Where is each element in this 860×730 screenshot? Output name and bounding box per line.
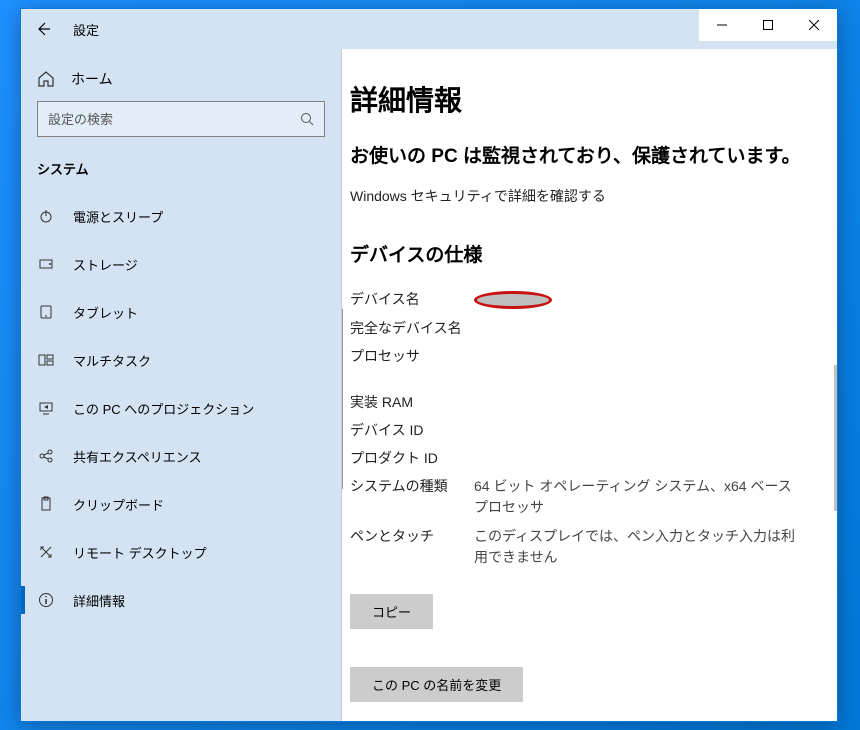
spec-value [474, 390, 807, 394]
copy-button[interactable]: コピー [350, 594, 433, 629]
maximize-button[interactable] [745, 9, 791, 41]
spec-label: プロダクト ID [350, 446, 474, 470]
settings-window: 設定 ホーム システム [20, 8, 838, 722]
spec-label: デバイス ID [350, 418, 474, 442]
info-icon [37, 592, 55, 608]
remote-icon [37, 544, 55, 560]
sidebar: ホーム システム 電源とスリープ ストレージ [21, 49, 341, 721]
spec-value: このディスプレイでは、ペン入力とタッチ入力は利用できません [474, 524, 807, 570]
nav-label: 詳細情報 [73, 591, 125, 610]
spec-label: 実装 RAM [350, 390, 474, 414]
scrollbar-thumb[interactable] [341, 309, 343, 489]
spec-row-device-name: デバイス名 [350, 287, 807, 312]
redacted-circled [474, 291, 552, 309]
category-label: システム [21, 145, 341, 192]
spec-label: プロセッサ [350, 344, 474, 368]
search-box[interactable] [37, 101, 325, 137]
spec-row-device-id: デバイス ID [350, 418, 807, 442]
nav-item-shared[interactable]: 共有エクスペリエンス [21, 432, 341, 480]
protection-status: お使いの PC は監視されており、保護されています。 [350, 143, 807, 172]
nav-label: リモート デスクトップ [73, 543, 207, 562]
security-link[interactable]: Windows セキュリティで詳細を確認する [350, 186, 807, 206]
spec-value: 64 ビット オペレーティング システム、x64 ベース プロセッサ [474, 474, 807, 520]
nav-label: 共有エクスペリエンス [73, 447, 201, 466]
arrow-left-icon [35, 21, 51, 37]
back-button[interactable] [21, 9, 65, 49]
clipboard-icon [37, 496, 55, 512]
search-input[interactable] [48, 112, 288, 127]
projection-icon [37, 400, 55, 416]
spec-value [474, 316, 807, 320]
nav-item-about[interactable]: 詳細情報 [21, 576, 341, 624]
close-button[interactable] [791, 9, 837, 41]
spec-row-processor: プロセッサ [350, 344, 807, 368]
home-button[interactable]: ホーム [21, 59, 341, 101]
nav-item-tablet[interactable]: タブレット [21, 288, 341, 336]
page-heading: 詳細情報 [350, 79, 807, 119]
nav-item-multitask[interactable]: マルチタスク [21, 336, 341, 384]
nav-label: クリップボード [73, 495, 164, 514]
spec-value [474, 418, 807, 422]
titlebar: 設定 [21, 9, 837, 49]
spec-value-device-name [474, 287, 807, 312]
multitask-icon [37, 352, 55, 368]
window-controls [699, 9, 837, 41]
content-area: 詳細情報 お使いの PC は監視されており、保護されています。 Windows … [341, 49, 837, 721]
spec-label: デバイス名 [350, 287, 474, 311]
storage-icon [37, 256, 55, 272]
nav-item-storage[interactable]: ストレージ [21, 240, 341, 288]
spec-row-system-type: システムの種類 64 ビット オペレーティング システム、x64 ベース プロセ… [350, 474, 807, 520]
nav-item-clipboard[interactable]: クリップボード [21, 480, 341, 528]
spec-row-pen-touch: ペンとタッチ このディスプレイでは、ペン入力とタッチ入力は利用できません [350, 524, 807, 570]
power-icon [37, 208, 55, 224]
spec-row-full-name: 完全なデバイス名 [350, 316, 807, 340]
nav-item-remote[interactable]: リモート デスクトップ [21, 528, 341, 576]
nav-label: ストレージ [73, 255, 138, 274]
redacted-block [834, 365, 837, 511]
spec-value [474, 446, 807, 450]
spec-label: 完全なデバイス名 [350, 316, 474, 340]
home-icon [37, 70, 55, 88]
home-label: ホーム [71, 69, 113, 89]
nav-item-power[interactable]: 電源とスリープ [21, 192, 341, 240]
nav-label: タブレット [73, 303, 138, 322]
device-spec-heading: デバイスの仕様 [350, 240, 807, 267]
shared-icon [37, 448, 55, 464]
minimize-icon [717, 20, 727, 30]
spec-label: システムの種類 [350, 474, 474, 498]
spec-label: ペンとタッチ [350, 524, 474, 548]
spec-row-product-id: プロダクト ID [350, 446, 807, 470]
search-icon [300, 112, 314, 126]
nav-item-projection[interactable]: この PC へのプロジェクション [21, 384, 341, 432]
nav-label: マルチタスク [73, 351, 151, 370]
nav-label: 電源とスリープ [73, 207, 163, 226]
device-spec-table: デバイス名 完全なデバイス名 プロセッサ 実装 RAM デバイス ID [350, 287, 807, 570]
maximize-icon [763, 20, 773, 30]
spec-row-ram: 実装 RAM [350, 390, 807, 414]
minimize-button[interactable] [699, 9, 745, 41]
close-icon [809, 20, 819, 30]
spec-value [474, 344, 807, 348]
nav-label: この PC へのプロジェクション [73, 399, 254, 418]
nav-list: 電源とスリープ ストレージ タブレット マルチタスク この PC へのプロジェク… [21, 192, 341, 624]
rename-pc-button[interactable]: この PC の名前を変更 [350, 667, 523, 702]
window-title: 設定 [73, 20, 99, 39]
tablet-icon [37, 304, 55, 320]
